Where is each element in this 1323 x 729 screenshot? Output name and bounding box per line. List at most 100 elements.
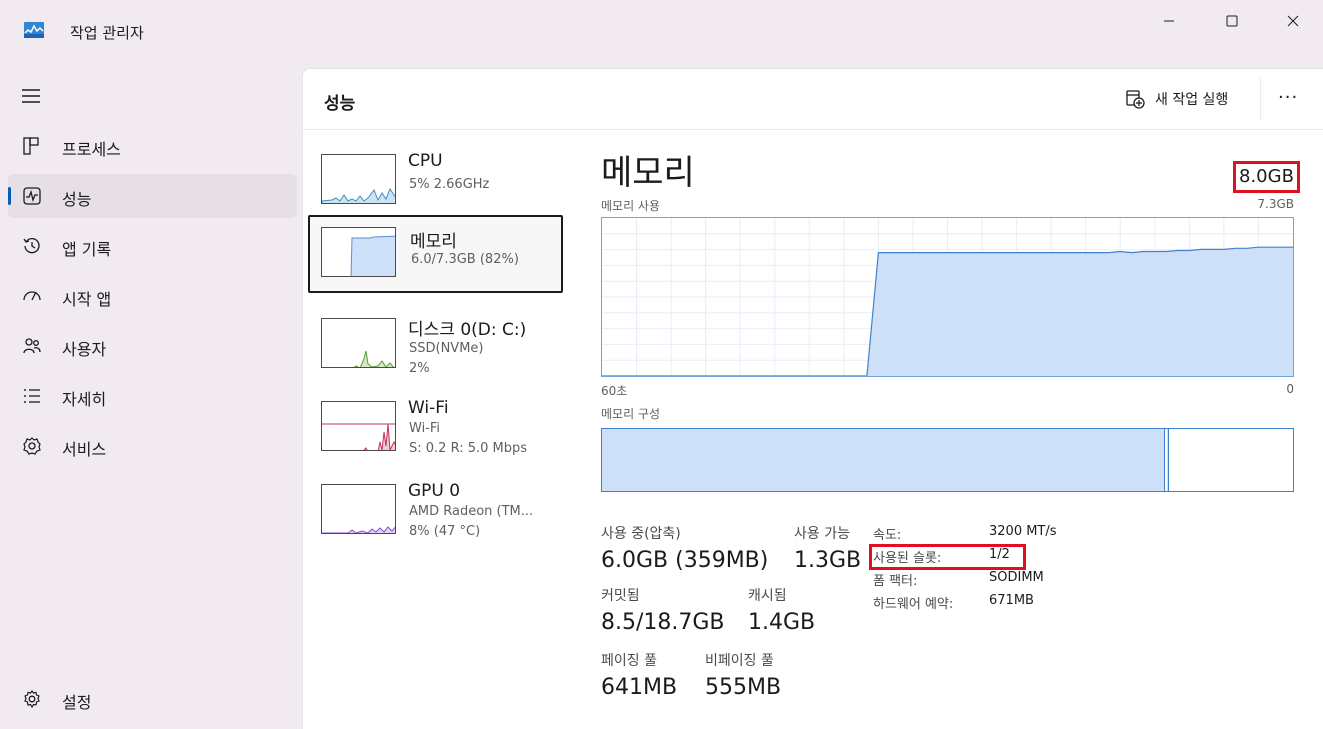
- main-panel: 성능 새 작업 실행 ··· CPU 5% 2.66GHz 메모리 6.0/7.…: [302, 68, 1323, 729]
- processes-icon: [23, 137, 39, 155]
- startup-icon: [23, 291, 41, 301]
- maximize-button[interactable]: [1209, 8, 1255, 34]
- perf-item-sub: SSD(NVMe): [409, 341, 484, 356]
- slots-used-value: 1/2: [989, 547, 1010, 562]
- sidebar: 프로세스 성능 앱 기록 시작 앱 사용자 자세히 서비스 설정: [0, 60, 300, 729]
- header-divider: [1260, 77, 1261, 121]
- available-value: 1.3GB: [794, 548, 862, 573]
- app-title: 작업 관리자: [70, 24, 144, 42]
- settings-label: 설정: [62, 693, 92, 712]
- performance-list: CPU 5% 2.66GHz 메모리 6.0/7.3GB (82%) 디스크 0…: [303, 131, 573, 729]
- perf-item-cpu[interactable]: CPU 5% 2.66GHz: [308, 134, 563, 212]
- perf-item-sub2: 8% (47 °C): [409, 524, 481, 539]
- perf-item-name: Wi-Fi: [408, 398, 449, 418]
- graph-axis-left-label: 60초: [601, 384, 628, 398]
- speed-value: 3200 MT/s: [989, 524, 1057, 539]
- new-task-icon: [1126, 90, 1145, 109]
- graph-axis-right-label: 0: [1286, 382, 1294, 396]
- perf-item-sub: AMD Radeon (TM...: [409, 504, 534, 519]
- sidebar-item-label: 프로세스: [62, 140, 121, 159]
- sidebar-item-users[interactable]: 사용자: [8, 324, 297, 368]
- perf-item-name: 디스크 0(D: C:): [408, 320, 527, 340]
- sidebar-item-services[interactable]: 서비스: [8, 424, 297, 468]
- perf-item-sub2: 2%: [409, 361, 430, 376]
- cached-value: 1.4GB: [748, 610, 816, 635]
- perf-item-disk[interactable]: 디스크 0(D: C:) SSD(NVMe) 2%: [308, 298, 563, 376]
- committed-value: 8.5/18.7GB: [601, 610, 725, 635]
- paged-pool-value: 641MB: [601, 675, 678, 700]
- sidebar-item-app-history[interactable]: 앱 기록: [8, 224, 297, 268]
- page-title: 성능: [324, 94, 356, 114]
- memory-title: 메모리: [601, 153, 695, 193]
- sidebar-item-processes[interactable]: 프로세스: [8, 124, 297, 168]
- memory-detail: 메모리 8.0GB 메모리 사용 7.3GB 60초 0 메모리 구성 사용 중…: [601, 131, 1301, 729]
- available-label: 사용 가능: [794, 526, 850, 542]
- title-bar: 작업 관리자: [0, 0, 1323, 60]
- wifi-thumbnail-graph: [321, 401, 396, 451]
- memory-usage-graph: [601, 217, 1294, 377]
- form-factor-value: SODIMM: [989, 570, 1044, 585]
- disk-thumbnail-graph: [321, 318, 396, 368]
- sidebar-item-label: 자세히: [62, 390, 107, 409]
- perf-item-wifi[interactable]: Wi-Fi Wi-Fi S: 0.2 R: 5.0 Mbps: [308, 381, 563, 459]
- perf-item-name: 메모리: [410, 232, 457, 252]
- performance-icon: [23, 187, 41, 205]
- close-button[interactable]: [1270, 8, 1316, 34]
- main-header: 성능 새 작업 실행 ···: [303, 69, 1323, 130]
- total-memory-highlight: 8.0GB: [1233, 161, 1300, 193]
- nonpaged-pool-value: 555MB: [705, 675, 782, 700]
- close-icon: [1287, 15, 1299, 27]
- nonpaged-pool-label: 비페이징 풀: [705, 653, 774, 669]
- perf-item-name: CPU: [408, 151, 443, 171]
- run-new-task-label: 새 작업 실행: [1155, 92, 1229, 108]
- history-icon: [23, 238, 40, 254]
- hardware-reserved-key: 하드웨어 예약:: [873, 597, 954, 612]
- task-manager-icon: [24, 22, 44, 38]
- perf-item-sub: 5% 2.66GHz: [409, 177, 490, 192]
- perf-item-gpu[interactable]: GPU 0 AMD Radeon (TM... 8% (47 °C): [308, 464, 563, 542]
- perf-item-sub: Wi-Fi: [409, 421, 441, 436]
- maximize-icon: [1226, 15, 1238, 27]
- sidebar-item-performance[interactable]: 성능: [8, 174, 297, 218]
- memory-composition-bar: [601, 428, 1294, 492]
- perf-item-name: GPU 0: [408, 481, 461, 501]
- active-indicator: [8, 187, 11, 205]
- hamburger-menu-icon[interactable]: [21, 87, 43, 105]
- memory-usage-label: 메모리 사용: [601, 199, 661, 213]
- users-icon: [23, 338, 41, 354]
- speed-key: 속도:: [873, 528, 902, 543]
- slots-used-key: 사용된 슬롯:: [873, 551, 942, 566]
- hardware-reserved-value: 671MB: [989, 593, 1034, 608]
- perf-item-sub: 6.0/7.3GB (82%): [411, 252, 519, 267]
- sidebar-item-label: 사용자: [62, 340, 107, 359]
- run-new-task-button[interactable]: 새 작업 실행: [1125, 85, 1228, 113]
- in-use-value: 6.0GB (359MB): [601, 548, 769, 573]
- composition-modified: [1167, 429, 1169, 491]
- sidebar-item-settings[interactable]: 설정: [8, 677, 297, 721]
- sidebar-item-details[interactable]: 자세히: [8, 374, 297, 418]
- in-use-label: 사용 중(압축): [601, 526, 681, 542]
- form-factor-key: 폼 팩터:: [873, 574, 918, 589]
- details-icon: [24, 389, 40, 403]
- sidebar-item-label: 앱 기록: [62, 240, 112, 259]
- memory-usage-max: 7.3GB: [1257, 197, 1294, 211]
- perf-item-sub2: S: 0.2 R: 5.0 Mbps: [409, 441, 528, 456]
- services-icon: [23, 437, 41, 455]
- settings-gear-icon: [24, 690, 40, 709]
- sidebar-item-label: 성능: [62, 190, 92, 209]
- cached-label: 캐시됨: [748, 588, 787, 604]
- memory-composition-label: 메모리 구성: [601, 407, 661, 421]
- cpu-thumbnail-graph: [321, 154, 396, 204]
- sidebar-item-label: 시작 앱: [62, 290, 112, 309]
- minimize-icon: [1164, 20, 1174, 22]
- memory-thumbnail-graph: [321, 227, 396, 277]
- committed-label: 커밋됨: [601, 588, 640, 604]
- sidebar-item-startup-apps[interactable]: 시작 앱: [8, 274, 297, 318]
- more-options-button[interactable]: ···: [1278, 89, 1298, 107]
- gpu-thumbnail-graph: [321, 484, 396, 534]
- composition-in-use: [602, 429, 1165, 491]
- sidebar-item-label: 서비스: [62, 440, 107, 459]
- perf-item-memory[interactable]: 메모리 6.0/7.3GB (82%): [308, 215, 563, 293]
- minimize-button[interactable]: [1146, 8, 1192, 34]
- paged-pool-label: 페이징 풀: [601, 653, 657, 669]
